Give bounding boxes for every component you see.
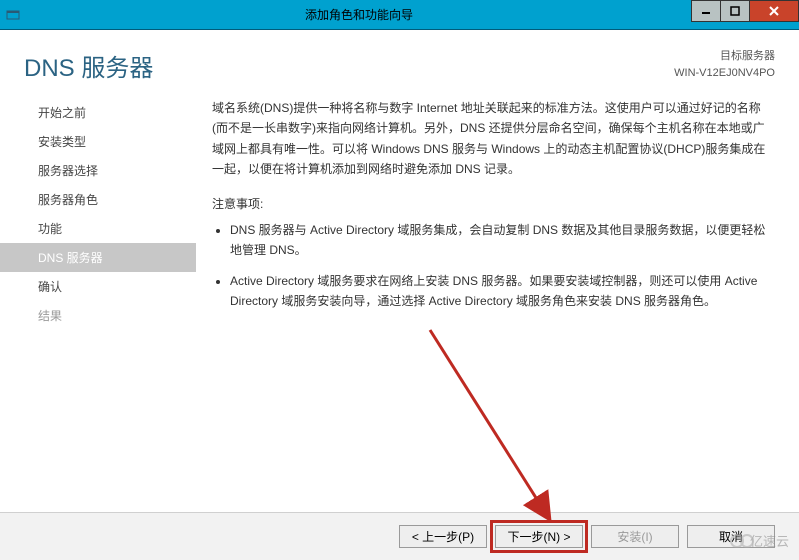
window-controls	[692, 0, 799, 22]
sidebar: 开始之前 安装类型 服务器选择 服务器角色 功能 DNS 服务器 确认 结果	[0, 90, 196, 512]
maximize-button[interactable]	[720, 0, 750, 22]
close-button[interactable]	[749, 0, 799, 22]
notes-list: DNS 服务器与 Active Directory 域服务集成，会自动复制 DN…	[212, 220, 773, 312]
notes-title: 注意事项:	[212, 194, 773, 214]
sidebar-item-results: 结果	[0, 301, 196, 330]
previous-button[interactable]: < 上一步(P)	[399, 525, 487, 548]
page-title: DNS 服务器	[24, 48, 674, 83]
sidebar-item-install-type[interactable]: 安装类型	[0, 127, 196, 156]
sidebar-item-before-begin[interactable]: 开始之前	[0, 98, 196, 127]
sidebar-item-dns-server[interactable]: DNS 服务器	[0, 243, 196, 272]
watermark-text: 亿速云	[750, 531, 789, 550]
titlebar: 添加角色和功能向导	[0, 0, 799, 30]
sidebar-item-server-roles[interactable]: 服务器角色	[0, 185, 196, 214]
target-server-value: WIN-V12EJ0NV4PO	[674, 65, 775, 82]
sidebar-item-server-selection[interactable]: 服务器选择	[0, 156, 196, 185]
sidebar-item-confirmation[interactable]: 确认	[0, 272, 196, 301]
content-area: 开始之前 安装类型 服务器选择 服务器角色 功能 DNS 服务器 确认 结果 域…	[0, 90, 799, 512]
note-item: Active Directory 域服务要求在网络上安装 DNS 服务器。如果要…	[230, 271, 773, 312]
target-server-label: 目标服务器	[674, 48, 775, 65]
sidebar-item-features[interactable]: 功能	[0, 214, 196, 243]
note-item: DNS 服务器与 Active Directory 域服务集成，会自动复制 DN…	[230, 220, 773, 261]
target-server-block: 目标服务器 WIN-V12EJ0NV4PO	[674, 48, 775, 81]
main-panel: 域名系统(DNS)提供一种将名称与数字 Internet 地址关联起来的标准方法…	[196, 90, 799, 512]
intro-text: 域名系统(DNS)提供一种将名称与数字 Internet 地址关联起来的标准方法…	[212, 98, 773, 180]
app-icon	[0, 0, 26, 30]
window-title: 添加角色和功能向导	[26, 6, 692, 23]
header: DNS 服务器 目标服务器 WIN-V12EJ0NV4PO	[0, 30, 799, 91]
minimize-button[interactable]	[691, 0, 721, 22]
install-button: 安装(I)	[591, 525, 679, 548]
watermark: 亿速云	[730, 531, 789, 550]
footer: < 上一步(P) 下一步(N) > 安装(I) 取消	[0, 512, 799, 560]
next-button[interactable]: 下一步(N) >	[495, 525, 583, 548]
